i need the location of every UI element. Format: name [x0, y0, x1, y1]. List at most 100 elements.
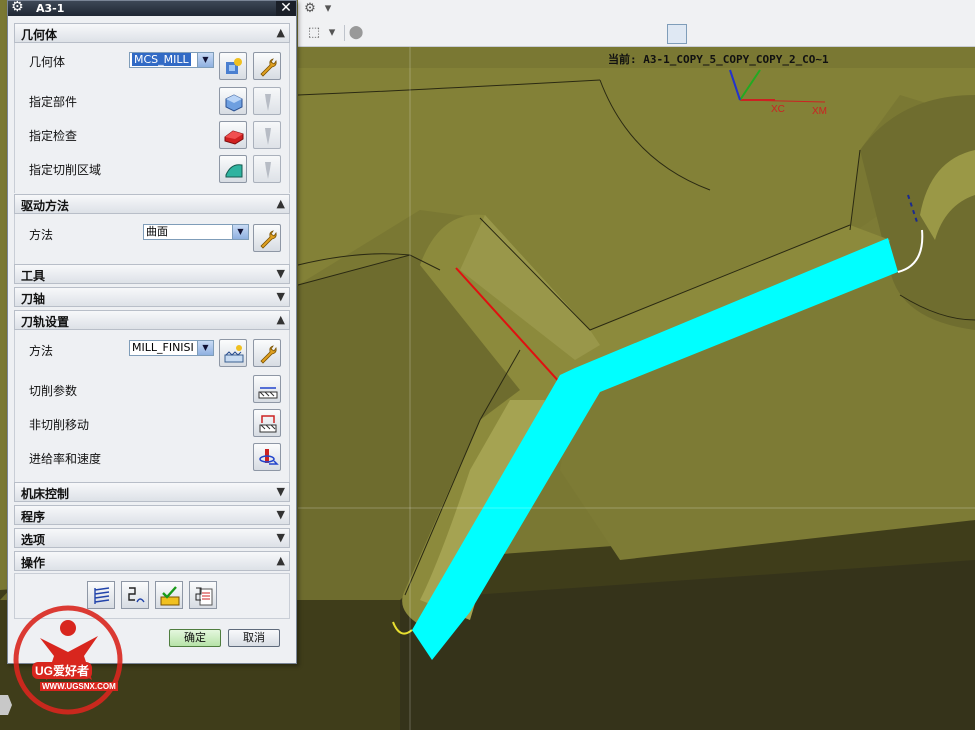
edit-method-button[interactable]	[253, 339, 281, 367]
cut-params-icon	[258, 387, 278, 399]
cancel-button[interactable]: 取消	[228, 629, 280, 647]
non-cut-button[interactable]	[253, 409, 281, 437]
wrench-icon	[260, 58, 277, 77]
chevron-down-icon: ▼	[276, 485, 285, 498]
logo-url-text: WWW.UGSNX.COM	[40, 682, 118, 691]
section-actions-header[interactable]: 操作 ▲	[14, 551, 290, 571]
watermark-logo: UG爱好者 WWW.UGSNX.COM	[10, 600, 130, 722]
box-select-icon[interactable]: ⬚	[304, 24, 324, 42]
non-cut-label: 非切削移动	[29, 418, 90, 432]
new-geometry-button[interactable]	[219, 52, 247, 80]
verify-icon	[160, 586, 180, 606]
list-icon	[195, 587, 213, 606]
cut-params-label: 切削参数	[29, 384, 78, 398]
specify-part-button[interactable]	[219, 87, 247, 115]
specify-check-button[interactable]	[219, 121, 247, 149]
flashlight-icon	[265, 94, 271, 111]
section-path-header[interactable]: 刀轨设置 ▲	[14, 310, 290, 330]
check-icon	[224, 130, 244, 145]
geometry-dropdown-value: MCS_MILL	[132, 53, 191, 66]
chevron-down-icon: ▼	[276, 267, 285, 280]
dropdown-arrow-icon[interactable]: ▾	[318, 0, 338, 18]
section-geometry-body: 几何体 MCS_MILL ▼ 指定部件 指定检查 指定切削区域	[14, 43, 290, 193]
mcs-geometry-icon	[226, 58, 242, 74]
section-tool-header[interactable]: 工具 ▼	[14, 264, 290, 284]
non-cut-move-icon	[259, 415, 277, 433]
section-title: 机床控制	[21, 487, 70, 501]
view-cube-icon[interactable]	[667, 24, 687, 44]
geometry-dropdown[interactable]: MCS_MILL ▼	[129, 52, 214, 68]
wrench-icon	[260, 230, 277, 249]
section-drive-header[interactable]: 驱动方法 ▲	[14, 194, 290, 214]
wrench-icon	[260, 345, 277, 364]
ok-button[interactable]: 确定	[169, 629, 221, 647]
cut-area-icon	[225, 164, 243, 178]
chevron-down-icon: ▼	[197, 341, 213, 355]
new-method-button[interactable]	[219, 339, 247, 367]
current-part-label: 当前: A3-1_COPY_5_COPY_COPY_2_CO~1	[608, 53, 829, 66]
section-title: 刀轨设置	[21, 315, 70, 329]
verify-button[interactable]	[155, 581, 183, 609]
section-title: 选项	[21, 533, 46, 547]
axis-xm-label: XM	[812, 106, 827, 117]
chevron-down-icon: ▼	[232, 225, 248, 239]
close-icon[interactable]: ✕	[276, 1, 296, 16]
display-cut-area-button[interactable]	[253, 155, 281, 183]
specify-check-label: 指定检查	[29, 129, 78, 143]
section-title: 操作	[21, 556, 46, 570]
section-program-header[interactable]: 程序 ▼	[14, 505, 290, 525]
edit-drive-button[interactable]	[253, 224, 281, 252]
drive-method-dropdown[interactable]: 曲面 ▼	[143, 224, 249, 240]
display-check-button[interactable]	[253, 121, 281, 149]
display-part-button[interactable]	[253, 87, 281, 115]
chevron-down-icon: ▼	[197, 53, 213, 67]
geometry-label: 几何体	[29, 55, 66, 69]
section-title: 程序	[21, 510, 46, 524]
section-title: 刀轴	[21, 292, 46, 306]
flashlight-icon	[265, 128, 271, 145]
list-button[interactable]	[189, 581, 217, 609]
section-title: 驱动方法	[21, 199, 70, 213]
section-geometry-header[interactable]: 几何体 ▲	[14, 23, 290, 43]
section-machine-header[interactable]: 机床控制 ▼	[14, 482, 290, 502]
logo-brand-text: UG爱好者	[32, 662, 93, 679]
mill-method-icon	[224, 345, 244, 363]
drive-method-label: 方法	[29, 228, 54, 242]
dropdown-arrow-icon[interactable]: ▾	[322, 24, 342, 42]
chevron-up-icon: ▲	[276, 197, 285, 210]
feeds-label: 进给率和速度	[29, 452, 102, 466]
selection-filter-icon[interactable]: ⚙	[300, 0, 320, 18]
chevron-up-icon: ▲	[276, 313, 285, 326]
flashlight-icon	[265, 162, 271, 179]
part-icon	[225, 94, 243, 112]
specify-cut-area-button[interactable]	[219, 155, 247, 183]
section-drive-body: 方法 曲面 ▼	[14, 214, 290, 264]
dialog-titlebar[interactable]: ⚙ A3-1 ✕	[8, 0, 296, 16]
gear-icon[interactable]: ⚙	[11, 0, 24, 15]
section-axis-header[interactable]: 刀轴 ▼	[14, 287, 290, 307]
cut-params-button[interactable]	[253, 375, 281, 403]
chevron-down-icon: ▼	[276, 508, 285, 521]
drive-method-value: 曲面	[146, 225, 168, 238]
specify-part-label: 指定部件	[29, 95, 78, 109]
shaded-sphere-icon[interactable]: ⬤	[346, 24, 366, 42]
chevron-up-icon: ▲	[276, 554, 285, 567]
chevron-down-icon: ▼	[276, 531, 285, 544]
dialog-title: A3-1	[36, 2, 65, 15]
path-method-label: 方法	[29, 344, 54, 358]
view-toolbar: ⚙ ▾ ⬚ ▾ ⬤	[298, 0, 975, 47]
logo-emblem	[13, 605, 123, 715]
operation-dialog: ⚙ A3-1 ✕ 几何体 ▲ 几何体 MCS_MILL ▼ 指定部件 指定检查	[7, 0, 297, 664]
section-options-header[interactable]: 选项 ▼	[14, 528, 290, 548]
specify-cut-area-label: 指定切削区域	[29, 163, 102, 177]
chevron-up-icon: ▲	[276, 26, 285, 39]
section-path-body: 方法 MILL_FINISI ▼ 切削参数 非切削移动 进给率和速度	[14, 330, 290, 482]
path-method-value: MILL_FINISI	[132, 341, 194, 354]
axis-xc-label: XC	[771, 104, 785, 115]
section-title: 几何体	[21, 28, 58, 42]
path-method-dropdown[interactable]: MILL_FINISI ▼	[129, 340, 214, 356]
section-title: 工具	[21, 269, 46, 283]
chevron-down-icon: ▼	[276, 290, 285, 303]
edit-geometry-button[interactable]	[253, 52, 281, 80]
feeds-button[interactable]	[253, 443, 281, 471]
